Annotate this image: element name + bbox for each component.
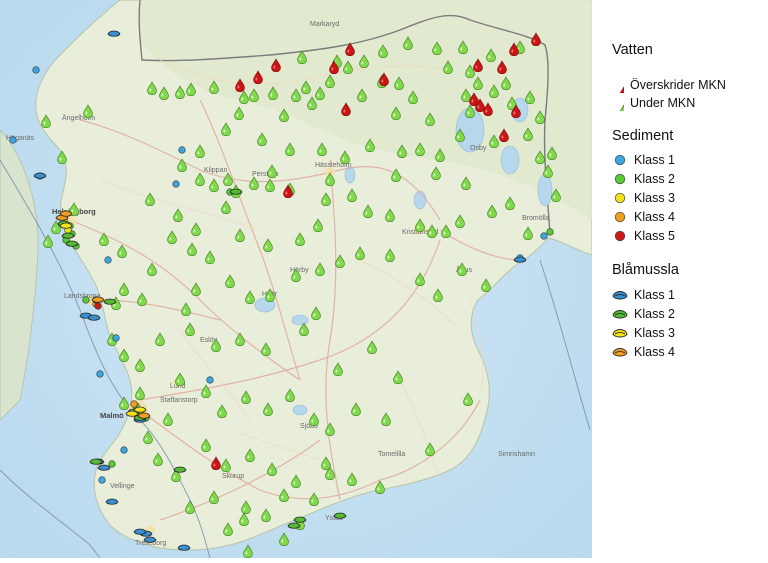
place-label: Hörby: [290, 267, 309, 274]
blamussla-klass-2-marker: [229, 188, 243, 195]
blue-mussel-icon: [612, 291, 628, 300]
legend-title-blamussla: Blåmussla: [612, 262, 679, 278]
legend-title-vatten: Vatten: [612, 42, 653, 58]
blamussla-klass-2-marker: [89, 458, 103, 465]
blamussla-klass-4-marker: [137, 412, 151, 419]
sediment-klass-1-marker: [112, 334, 120, 342]
legend-item: Klass 4: [612, 343, 675, 361]
place-label: Malmö: [100, 411, 124, 420]
legend-label: Klass 3: [634, 191, 675, 205]
place-label: Simrishamn: [498, 451, 535, 458]
sediment-klass-1-marker: [9, 136, 17, 144]
place-label: Bromölla: [522, 215, 550, 222]
legend-item: Klass 4: [612, 208, 675, 226]
green-circle-icon: [614, 173, 626, 185]
legend-item-overskrider-mkn: Överskrider MKN: [612, 76, 726, 94]
sediment-klass-1-marker: [32, 66, 40, 74]
red-drop-icon: [612, 77, 624, 93]
yellow-circle-icon: [614, 192, 626, 204]
legend-item: Klass 3: [612, 324, 675, 342]
legend-label: Klass 5: [634, 229, 675, 243]
place-label: Klippan: [204, 167, 227, 174]
sediment-klass-1-marker: [96, 370, 104, 378]
blamussla-klass-1-marker: [107, 30, 121, 37]
legend-label: Överskrider MKN: [630, 78, 726, 92]
legend-item: Klass 1: [612, 151, 675, 169]
green-mussel-icon: [612, 310, 628, 319]
yellow-mussel-icon: [612, 329, 628, 338]
blamussla-klass-1-marker: [177, 544, 191, 551]
place-label: Vellinge: [110, 483, 135, 490]
blamussla-klass-3-marker: [125, 410, 139, 417]
legend-label: Klass 1: [634, 153, 675, 167]
blamussla-klass-2-marker: [173, 466, 187, 473]
legend-label: Klass 4: [634, 210, 675, 224]
legend-label: Klass 2: [634, 172, 675, 186]
legend-item: Klass 2: [612, 305, 675, 323]
legend-label: Klass 4: [634, 345, 675, 359]
blamussla-klass-2-marker: [65, 240, 79, 247]
blamussla-klass-1-marker: [143, 536, 157, 543]
map-canvas: Helsingborg Landskrona Malmö Lund Staffa…: [0, 0, 593, 559]
sediment-klass-1-marker: [172, 180, 180, 188]
legend-item: Klass 3: [612, 189, 675, 207]
orange-circle-icon: [614, 211, 626, 223]
blamussla-klass-2-marker: [287, 522, 301, 529]
sediment-klass-1-marker: [540, 232, 548, 240]
sediment-klass-5-marker: [94, 302, 102, 310]
blamussla-klass-2-marker: [61, 232, 75, 239]
orange-mussel-icon: [612, 348, 628, 357]
sediment-klass-2-marker: [108, 460, 116, 468]
map-legend: Vatten Överskrider MKN Under MKN Sedimen…: [592, 0, 768, 558]
sediment-klass-4-marker: [130, 400, 138, 408]
green-drop-icon: [612, 95, 624, 111]
legend-item: Klass 1: [612, 286, 675, 304]
blamussla-klass-2-marker: [103, 298, 117, 305]
legend-label: Klass 2: [634, 307, 675, 321]
blue-circle-icon: [614, 154, 626, 166]
blamussla-klass-2-marker: [293, 516, 307, 523]
blamussla-klass-4-marker: [59, 210, 73, 217]
blamussla-klass-3-marker: [59, 222, 73, 229]
legend-item: Klass 2: [612, 170, 675, 188]
blamussla-klass-1-marker: [105, 498, 119, 505]
blamussla-klass-2-marker: [333, 512, 347, 519]
sediment-klass-1-marker: [120, 446, 128, 454]
place-label: Osby: [470, 145, 487, 152]
blamussla-klass-1-marker: [33, 172, 47, 179]
blamussla-klass-1-marker: [87, 314, 101, 321]
legend-label: Klass 1: [634, 288, 675, 302]
legend-item-under-mkn: Under MKN: [612, 94, 695, 112]
place-label: Skurup: [222, 473, 244, 480]
blamussla-klass-1-marker: [97, 464, 111, 471]
place-label: Staffanstorp: [160, 397, 198, 404]
sediment-klass-2-marker: [546, 228, 554, 236]
red-circle-icon: [614, 230, 626, 242]
sediment-klass-2-marker: [82, 296, 90, 304]
legend-item: Klass 5: [612, 227, 675, 245]
blamussla-klass-1-marker: [133, 528, 147, 535]
sediment-klass-1-marker: [98, 476, 106, 484]
sediment-klass-1-marker: [206, 376, 214, 384]
sediment-klass-1-marker: [178, 146, 186, 154]
blamussla-klass-4-marker: [91, 296, 105, 303]
place-label: Tomelilla: [378, 451, 405, 458]
legend-label: Under MKN: [630, 96, 696, 110]
legend-title-sediment: Sediment: [612, 128, 674, 144]
sediment-klass-1-marker: [104, 256, 112, 264]
place-label: Markaryd: [310, 21, 339, 28]
legend-label: Klass 3: [634, 326, 675, 340]
blamussla-klass-1-marker: [513, 256, 527, 263]
map-area[interactable]: Helsingborg Landskrona Malmö Lund Staffa…: [0, 0, 593, 559]
